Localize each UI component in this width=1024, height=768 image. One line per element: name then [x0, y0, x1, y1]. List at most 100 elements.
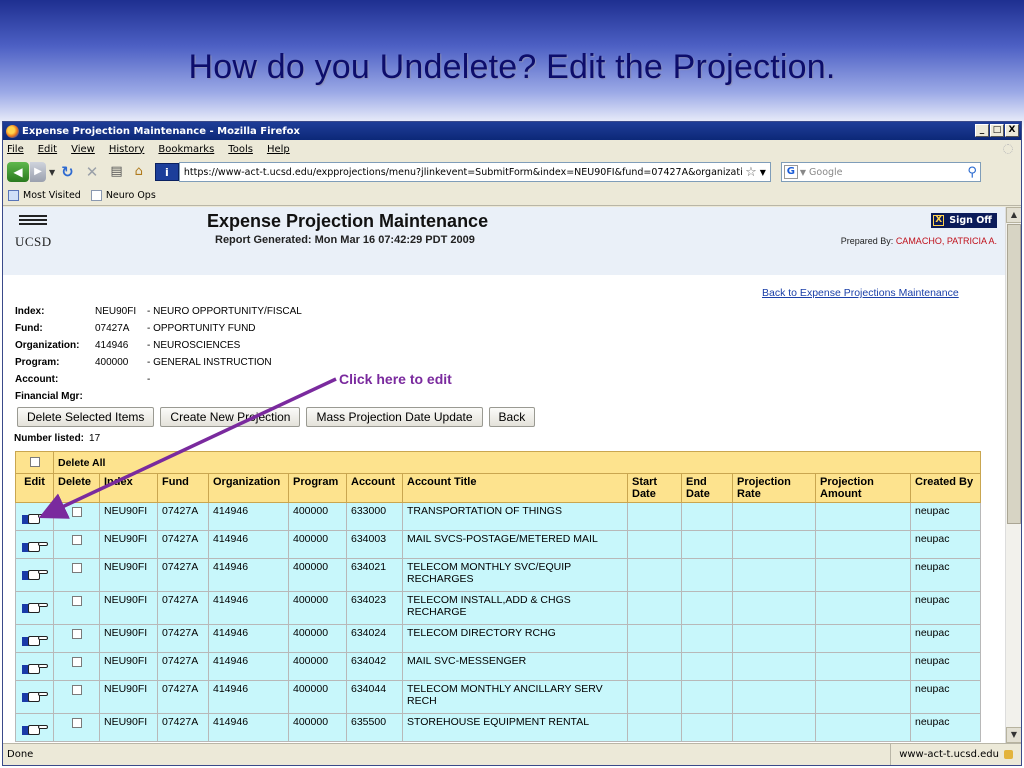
cell-end [681, 624, 733, 653]
menu-edit[interactable]: Edit [38, 144, 57, 155]
delete-checkbox[interactable] [71, 629, 82, 639]
close-icon: X [933, 215, 945, 226]
delete-checkbox[interactable] [71, 657, 82, 667]
create-projection-button[interactable]: Create New Projection [160, 407, 301, 427]
search-box[interactable]: G ▼ Google ⚲ [780, 162, 981, 182]
menu-history[interactable]: History [109, 144, 145, 155]
scroll-down-button[interactable]: ▼ [1006, 727, 1021, 743]
menu-file[interactable]: File [7, 144, 24, 155]
cell-title: TRANSPORTATION OF THINGS [402, 502, 628, 531]
scroll-thumb[interactable] [1007, 224, 1021, 524]
sign-off-button[interactable]: X Sign Off [931, 213, 997, 228]
url-dropdown-icon[interactable]: ▼ [760, 168, 766, 177]
menu-view[interactable]: View [71, 144, 95, 155]
url-bar[interactable]: https://www-act-t.ucsd.edu/expprojection… [178, 162, 771, 182]
delete-checkbox[interactable] [71, 507, 82, 517]
info-label: Organization: [15, 340, 80, 351]
home-icon[interactable]: ⌂ [135, 162, 143, 182]
menu-help[interactable]: Help [267, 144, 290, 155]
back-button[interactable]: ◀ [7, 162, 29, 182]
back-to-maintenance-link[interactable]: Back to Expense Projections Maintenance [762, 287, 959, 299]
info-code: 414946 [95, 340, 129, 351]
column-header: Projection Rate [732, 473, 816, 503]
close-button[interactable]: X [1005, 124, 1019, 137]
edit-hand-icon[interactable] [21, 539, 48, 553]
edit-hand-icon[interactable] [21, 689, 48, 703]
delete-checkbox[interactable] [71, 596, 82, 606]
scroll-up-button[interactable]: ▲ [1006, 207, 1021, 223]
cell-program: 400000 [288, 591, 347, 625]
search-go-icon[interactable]: ⚲ [967, 165, 977, 180]
cell-amount [815, 591, 911, 625]
cell-org: 414946 [208, 713, 289, 742]
cell-end [681, 713, 733, 742]
browser-window: Expense Projection Maintenance - Mozilla… [2, 121, 1022, 766]
search-engine-dropdown-icon[interactable]: ▼ [800, 168, 806, 177]
cell-created-by: neupac [909, 713, 982, 742]
print-icon[interactable]: ▤ [110, 162, 122, 182]
url-text[interactable]: https://www-act-t.ucsd.edu/expprojection… [184, 167, 742, 178]
cell-amount [815, 680, 911, 714]
menu-tools[interactable]: Tools [228, 144, 253, 155]
back-button-page[interactable]: Back [488, 407, 536, 427]
logo-text: UCSD [15, 234, 52, 249]
delete-checkbox[interactable] [71, 535, 82, 545]
cell-org: 414946 [208, 591, 289, 625]
edit-hand-icon[interactable] [21, 600, 48, 614]
cell-end [681, 591, 733, 625]
delete-checkbox[interactable] [71, 563, 82, 573]
mass-date-update-button[interactable]: Mass Projection Date Update [306, 407, 483, 427]
cell-created-by: neupac [909, 624, 982, 653]
google-icon[interactable]: G [783, 165, 798, 179]
bookmark-star-icon[interactable]: ☆ [745, 165, 757, 180]
bookmark-neuro-ops[interactable]: Neuro Ops [90, 190, 156, 201]
cell-rate [732, 558, 816, 592]
cell-start [627, 591, 682, 625]
action-buttons: Delete Selected Items Create New Project… [17, 407, 536, 427]
vertical-scrollbar[interactable]: ▲ ▼ [1005, 207, 1021, 743]
cell-account: 634021 [346, 558, 403, 592]
cell-end [681, 680, 733, 714]
cell-account: 634023 [346, 591, 403, 625]
table-row: NEU90FI 07427A 414946 400000 634003 MAIL SVCS… [15, 530, 982, 559]
cell-org: 414946 [208, 530, 289, 559]
edit-hand-icon[interactable] [21, 722, 48, 736]
reload-icon[interactable]: ↻ [61, 162, 74, 182]
stop-icon[interactable]: ✕ [86, 162, 99, 182]
cell-index: NEU90FI [99, 680, 158, 714]
delete-all-checkbox[interactable] [29, 457, 40, 467]
edit-hand-icon[interactable] [21, 633, 48, 647]
delete-checkbox[interactable] [71, 718, 82, 728]
table-row: NEU90FI 07427A 414946 400000 634042 MAIL SVC-… [15, 652, 982, 681]
site-identity-icon[interactable]: i [154, 163, 179, 181]
bookmark-most-visited[interactable]: Most Visited [8, 190, 81, 201]
info-desc: - NEUROSCIENCES [147, 340, 241, 351]
cell-title: TELECOM MONTHLY ANCILLARY SERV RECH [402, 680, 628, 714]
edit-hand-icon[interactable] [21, 567, 48, 581]
column-header: Account [346, 473, 403, 503]
delete-selected-button[interactable]: Delete Selected Items [17, 407, 155, 427]
info-code: 07427A [95, 323, 130, 334]
cell-program: 400000 [288, 652, 347, 681]
forward-button[interactable]: ▶ [30, 162, 46, 182]
navigation-toolbar: ◀ ▶ ▼ ↻ ✕ ▤ ⌂ i https://www-act-t.ucsd.e… [3, 158, 1021, 186]
minimize-button[interactable]: _ [975, 124, 989, 137]
delete-cell [53, 713, 100, 742]
cell-fund: 07427A [157, 502, 209, 531]
info-row: Fund: 07427A - OPPORTUNITY FUND [15, 323, 302, 340]
edit-hand-icon[interactable] [21, 661, 48, 675]
cell-fund: 07427A [157, 558, 209, 592]
search-input[interactable]: Google [809, 167, 843, 178]
lock-icon[interactable] [1004, 750, 1013, 759]
cell-amount [815, 558, 911, 592]
cell-rate [732, 680, 816, 714]
edit-hand-icon[interactable] [21, 511, 48, 525]
status-domain: www-act-t.ucsd.edu [890, 744, 1021, 765]
delete-checkbox[interactable] [71, 685, 82, 695]
column-header: Delete [53, 473, 100, 503]
maximize-button[interactable]: □ [990, 124, 1004, 137]
cell-org: 414946 [208, 652, 289, 681]
cell-end [681, 558, 733, 592]
menu-bookmarks[interactable]: Bookmarks [158, 144, 214, 155]
history-dropdown-icon[interactable]: ▼ [49, 168, 55, 177]
